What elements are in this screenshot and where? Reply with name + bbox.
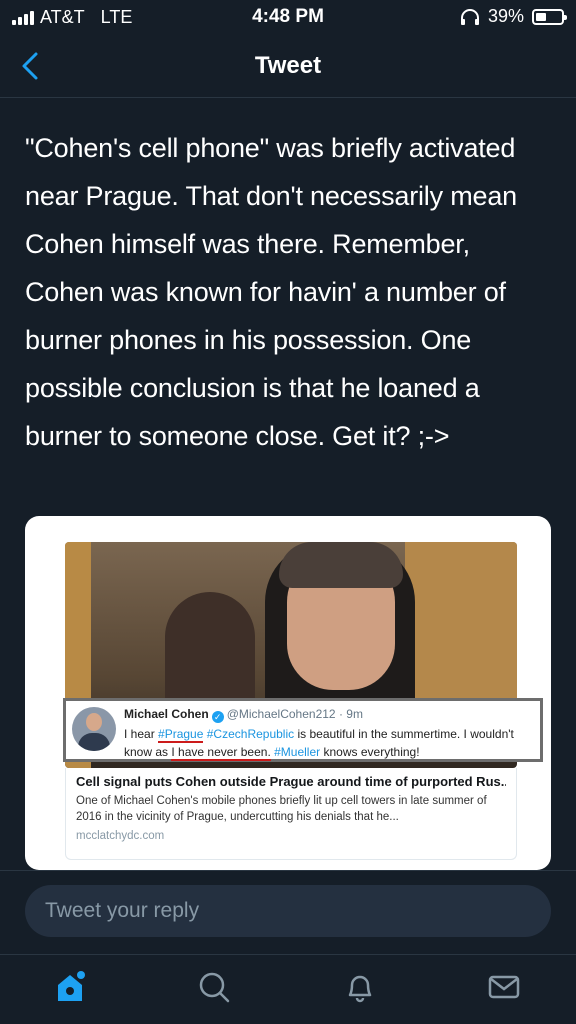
quoted-text: I hear #Prague #CzechRepublic is beautif…: [124, 725, 538, 761]
home-icon[interactable]: [52, 969, 88, 1005]
status-bar: AT&T LTE 4:48 PM 39%: [0, 0, 576, 36]
link-title-part: Cell signal puts Cohen: [76, 774, 217, 789]
tab-bar: [0, 954, 576, 1024]
mail-icon[interactable]: [486, 969, 522, 1005]
battery-percent: 39%: [487, 6, 524, 26]
nav-bar: Tweet: [0, 36, 576, 98]
tweet-text: "Cohen's cell phone" was briefly activat…: [25, 133, 517, 451]
quoted-time: 9m: [346, 707, 363, 721]
link-title-underlined: outside Prague: [219, 774, 314, 789]
link-title: Cell signal puts Cohen outside Prague ar…: [76, 774, 506, 789]
quoted-tweet-screenshot: Michael Cohen ✓ @MichaelCohen212 · 9m I he…: [63, 698, 543, 762]
quoted-name: Michael Cohen: [124, 707, 209, 721]
hashtag-prague: #Prague: [158, 727, 204, 743]
status-right: 39%: [460, 6, 567, 27]
link-domain: mcclatchydc.com: [76, 830, 165, 842]
battery-icon: [532, 8, 567, 25]
quoted-text-part: I hear: [124, 727, 155, 741]
tweet-media[interactable]: Michael Cohen ✓ @MichaelCohen212 · 9m I he…: [25, 516, 551, 870]
headphones-icon: [460, 8, 479, 25]
reply-bar: [0, 870, 576, 954]
bell-icon[interactable]: [342, 969, 378, 1005]
hashtag-mueller: #Mueller: [274, 745, 321, 759]
search-icon[interactable]: [196, 969, 232, 1005]
battery-fill: [536, 12, 546, 21]
quoted-text-underlined: I have never been.: [171, 745, 271, 761]
quoted-handle: @MichaelCohen212: [226, 707, 336, 721]
hashtag-czech: #CzechRepublic: [206, 727, 295, 741]
link-title-part: around time of purported Rus...: [317, 774, 506, 789]
avatar: [72, 707, 116, 751]
quoted-author: Michael Cohen ✓ @MichaelCohen212 · 9m: [124, 707, 363, 723]
link-description: One of Michael Cohen's mobile phones bri…: [76, 795, 487, 823]
verified-icon: ✓: [211, 711, 224, 723]
page-title: Tweet: [254, 52, 322, 79]
quoted-text-part: knows everything!: [323, 745, 420, 759]
reply-input[interactable]: [25, 885, 551, 937]
link-preview-card[interactable]: Cell signal puts Cohen outside Prague ar…: [65, 768, 517, 860]
